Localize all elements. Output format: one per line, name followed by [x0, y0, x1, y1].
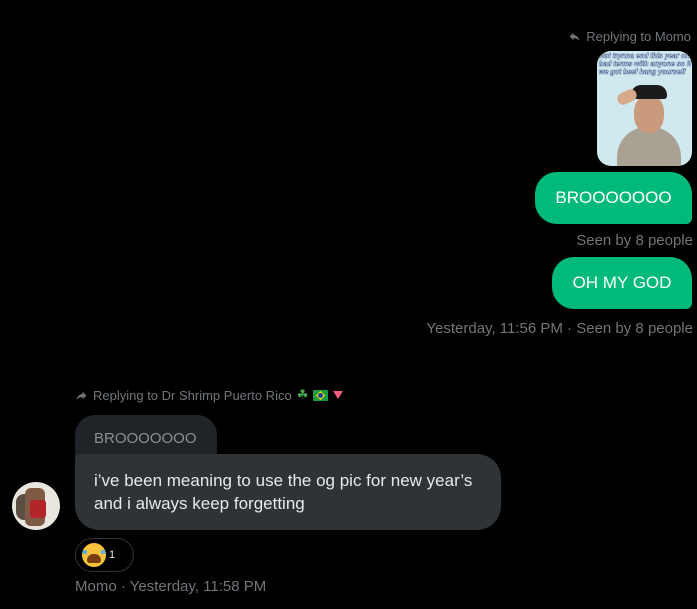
loudly-crying-face-icon: [82, 543, 106, 567]
meme-image-message[interactable]: Not trynna end this year on bad terms wi…: [597, 51, 692, 166]
incoming-reply-header[interactable]: Replying to Dr Shrimp Puerto Rico ☘: [75, 387, 344, 403]
outgoing-message-bubble[interactable]: BROOOOOOO: [535, 172, 692, 224]
message-text: BROOOOOOO: [555, 188, 672, 207]
message-text: i’ve been meaning to use the og pic for …: [94, 471, 473, 513]
seen-status: Seen by 8 people: [576, 232, 693, 249]
shamrock-icon: ☘: [296, 387, 309, 402]
outgoing-reply-header[interactable]: Replying to Momo: [568, 29, 691, 44]
meme-image-caption: Not trynna end this year on bad terms wi…: [599, 53, 692, 76]
quoted-text: BROOOOOOO: [94, 430, 197, 447]
brazil-flag-icon: [313, 389, 329, 401]
reaction-pill[interactable]: 1: [75, 538, 134, 572]
image-face: [634, 95, 664, 133]
timestamp-seen-status: Yesterday, 11:56 PM · Seen by 8 people: [426, 320, 693, 337]
reaction-count: 1: [109, 549, 116, 561]
avatar[interactable]: [12, 482, 60, 530]
pink-triangle-icon: [333, 391, 344, 399]
reply-arrow-icon: [76, 391, 87, 400]
reply-arrow-icon: [569, 32, 580, 41]
incoming-message-bubble[interactable]: i’ve been meaning to use the og pic for …: [75, 454, 501, 530]
message-text: OH MY GOD: [572, 273, 672, 292]
avatar-cloth: [30, 500, 46, 518]
incoming-reply-label: Replying to Dr Shrimp Puerto Rico: [93, 387, 292, 403]
outgoing-message-bubble[interactable]: OH MY GOD: [552, 257, 692, 309]
outgoing-reply-label: Replying to Momo: [586, 29, 691, 44]
sender-timestamp: Momo · Yesterday, 11:58 PM: [75, 578, 267, 595]
